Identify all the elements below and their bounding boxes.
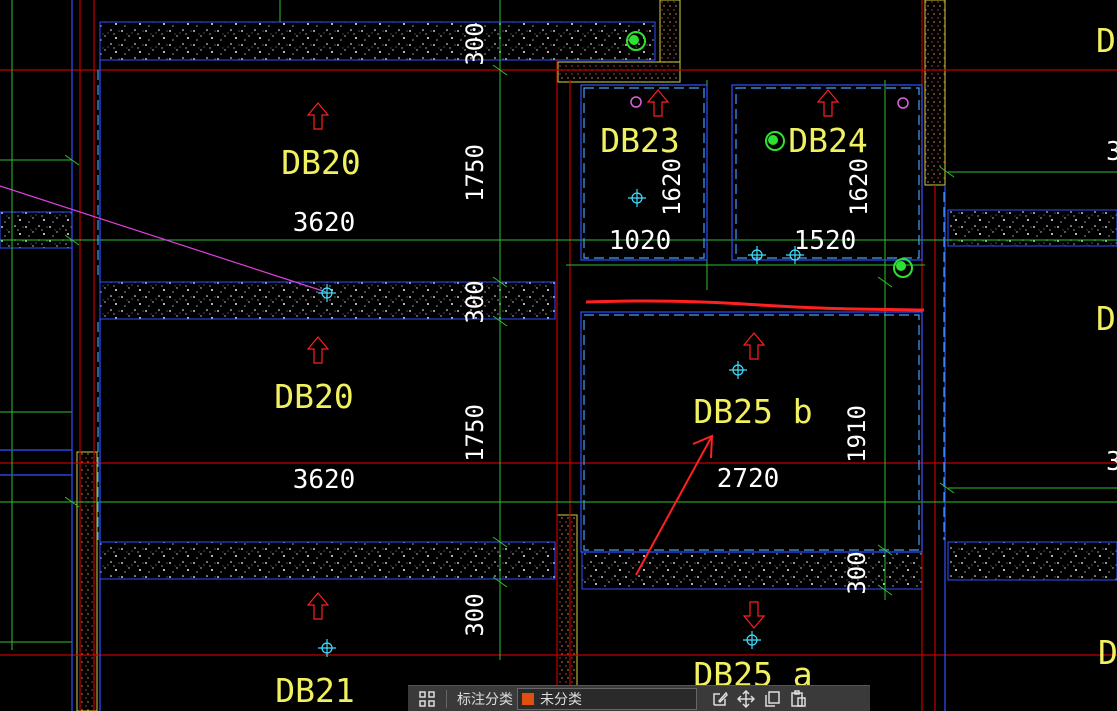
dimension-text: 1520 — [794, 226, 857, 256]
category-label: 标注分类 — [457, 691, 513, 708]
annotation-underline — [585, 299, 925, 312]
toolbar-divider — [446, 689, 447, 708]
dimension-text: 3620 — [293, 208, 356, 238]
edge-text: D — [1096, 21, 1116, 60]
paste-icon[interactable] — [785, 687, 811, 711]
edge-text: 3 — [1106, 447, 1117, 477]
slab-label: DB23 — [600, 121, 679, 160]
dimension-text: 1910 — [843, 405, 871, 463]
dimension-text: 300 — [461, 22, 489, 65]
beam-hatch — [0, 21, 1117, 590]
dimension-text: 300 — [843, 551, 871, 594]
edit-icon[interactable] — [707, 687, 733, 711]
dimension-text: 1750 — [461, 404, 489, 462]
copy-icon[interactable] — [759, 687, 785, 711]
slab-label: DB24 — [788, 121, 867, 160]
dimension-text: 3620 — [293, 465, 356, 495]
dimension-text: 1620 — [845, 158, 873, 216]
annotation-toolbar: 标注分类 未分类 — [408, 685, 870, 711]
slab-label: DB25 b — [693, 392, 812, 431]
slab-label: DB21 — [275, 671, 354, 710]
slab-label: DB20 — [274, 377, 353, 416]
category-select[interactable]: 未分类 — [517, 687, 697, 710]
dimension-text: 2720 — [717, 464, 780, 494]
category-value: 未分类 — [540, 691, 582, 708]
column-hatch — [76, 0, 946, 711]
dimension-text: 300 — [461, 593, 489, 636]
dimension-text: 300 — [461, 280, 489, 323]
category-color-swatch — [522, 692, 534, 705]
move-icon[interactable] — [733, 687, 759, 711]
edge-text: D — [1096, 299, 1116, 338]
cad-canvas[interactable]: DB20 DB20 DB21 DB23 DB24 DB25 b DB25 a 3… — [0, 0, 1117, 711]
edge-text: 3 — [1106, 137, 1117, 167]
slab-label: DB20 — [281, 143, 360, 182]
dimension-text: 1620 — [658, 158, 686, 216]
dimension-text: 1020 — [609, 226, 672, 256]
dimension-text: 1750 — [461, 144, 489, 202]
grid-icon[interactable] — [414, 687, 440, 711]
dimension-labels: 3620 3620 1020 1520 2720 — [293, 208, 857, 495]
edge-text: D — [1098, 633, 1117, 672]
